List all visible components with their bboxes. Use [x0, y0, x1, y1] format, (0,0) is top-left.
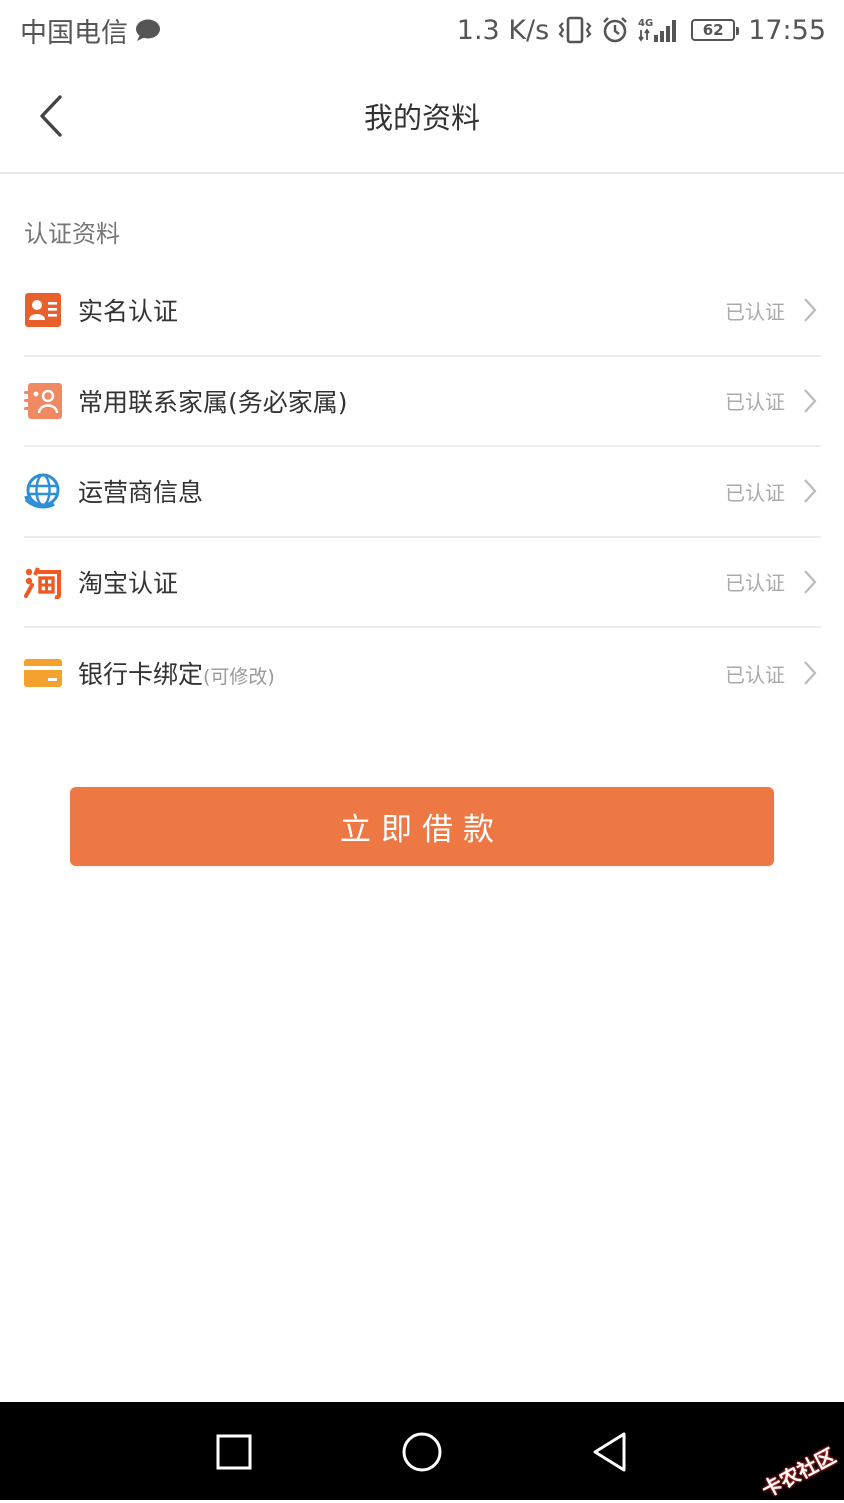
chevron-right-icon — [803, 478, 817, 504]
status-badge: 已认证 — [725, 299, 785, 324]
back-button[interactable] — [26, 88, 76, 144]
id-card-icon — [24, 291, 62, 329]
alarm-icon — [601, 16, 629, 44]
list-item-label: 实名认证 — [78, 292, 725, 328]
contacts-icon — [24, 382, 62, 420]
list-item-bank-card[interactable]: 银行卡绑定(可修改) 已认证 — [24, 628, 821, 719]
list-item-title: 运营商信息 — [78, 478, 204, 508]
status-badge: 已认证 — [725, 571, 785, 596]
vibrate-icon — [558, 16, 592, 44]
status-badge: 已认证 — [725, 662, 785, 687]
list-item-contacts[interactable]: 常用联系家属(务必家属) 已认证 — [24, 357, 821, 447]
recent-apps-button[interactable] — [212, 1430, 256, 1474]
triangle-back-icon — [593, 1432, 626, 1472]
chevron-right-icon — [803, 569, 817, 595]
watermark-text: 卡农社区 — [757, 1443, 840, 1503]
list-item-title: 实名认证 — [78, 297, 179, 327]
list-item-carrier[interactable]: 运营商信息 已认证 — [24, 447, 821, 538]
globe-icon — [24, 472, 62, 510]
home-button[interactable] — [400, 1430, 444, 1474]
square-icon — [216, 1434, 252, 1470]
list-item-real-name[interactable]: 实名认证 已认证 — [24, 266, 821, 357]
status-left: 中国电信 — [20, 11, 162, 50]
chat-bubble-icon — [134, 18, 162, 42]
status-right: 1.3 K/s 4G 62 17:55 — [457, 15, 826, 46]
list-item-subtitle: (可修改) — [203, 666, 275, 689]
circle-icon — [402, 1432, 442, 1472]
network-speed: 1.3 K/s — [456, 14, 550, 46]
status-bar: 中国电信 1.3 K/s 4G 62 17:55 — [0, 0, 844, 60]
signal-4g-icon: 4G — [638, 16, 682, 44]
list-item-title: 银行卡绑定 — [78, 660, 204, 690]
list-item-label: 运营商信息 — [78, 473, 725, 509]
chevron-left-icon — [40, 95, 62, 137]
borrow-now-button[interactable]: 立即借款 — [70, 787, 774, 866]
status-badge: 已认证 — [725, 390, 785, 415]
battery-level: 62 — [702, 21, 724, 39]
list-item-title: 常用联系家属(务必家属) — [78, 387, 348, 417]
battery-icon: 62 — [691, 19, 740, 41]
status-badge: 已认证 — [725, 480, 785, 505]
bank-card-icon — [24, 654, 62, 692]
list-item-label: 常用联系家属(务必家属) — [78, 383, 725, 419]
watermark-logo: 卡农社区 — [756, 1440, 840, 1503]
back-nav-button[interactable] — [588, 1430, 632, 1474]
chevron-right-icon — [803, 388, 817, 414]
carrier-name: 中国电信 — [20, 17, 128, 49]
page-title: 我的资料 — [363, 101, 480, 135]
section-label: 认证资料 — [24, 220, 120, 248]
list-item-title: 淘宝认证 — [78, 568, 179, 598]
chevron-right-icon — [803, 660, 817, 686]
list-item-label: 银行卡绑定(可修改) — [78, 655, 725, 691]
list-item-label: 淘宝认证 — [78, 564, 725, 600]
system-nav-bar: 卡农社区 — [0, 1402, 844, 1503]
svg-text:4G: 4G — [638, 18, 653, 29]
chevron-right-icon — [803, 297, 817, 323]
verification-list: 实名认证 已认证 常用联系家属(务必家属) 已认证 运营商信息 已认证 淘宝认证… — [24, 266, 821, 719]
taobao-icon — [24, 563, 62, 601]
clock: 17:55 — [748, 14, 826, 46]
list-item-taobao[interactable]: 淘宝认证 已认证 — [24, 538, 821, 628]
app-header: 我的资料 — [0, 60, 844, 174]
